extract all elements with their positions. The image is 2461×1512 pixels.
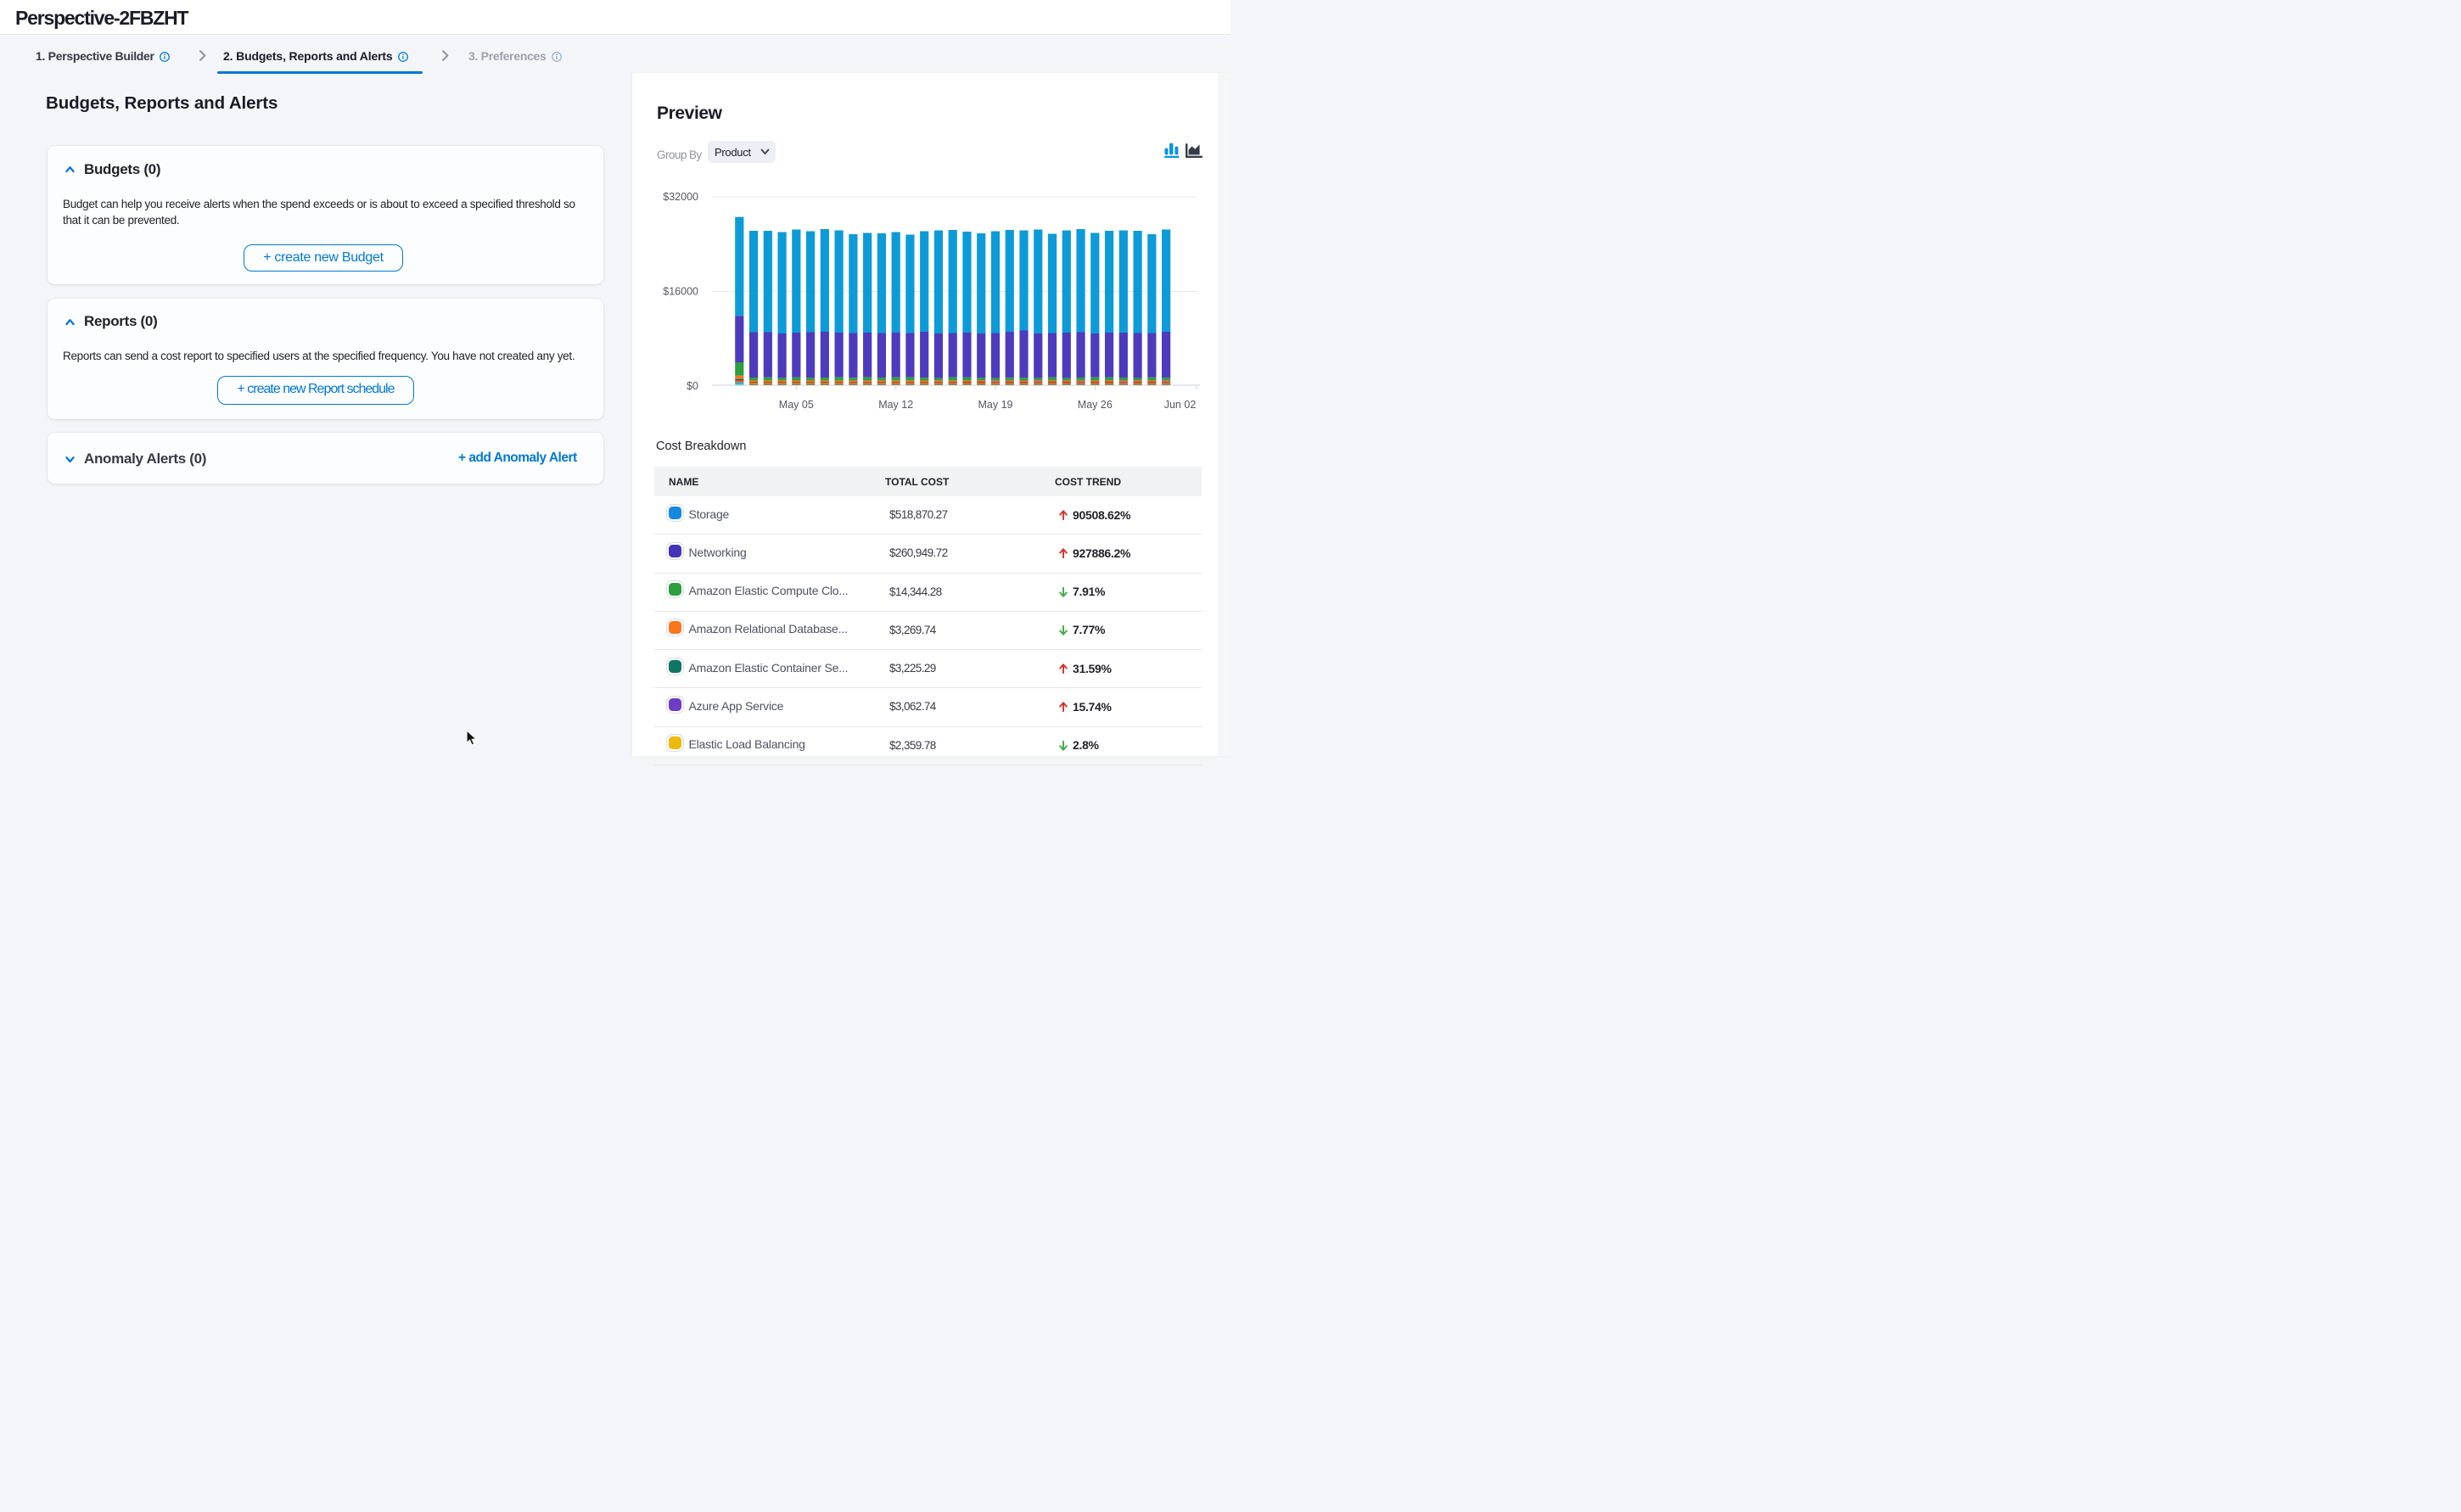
svg-text:$0: $0 xyxy=(687,380,698,392)
svg-text:$16000: $16000 xyxy=(663,286,698,298)
svg-text:May 05: May 05 xyxy=(779,399,814,411)
svg-text:Jun 02: Jun 02 xyxy=(1164,399,1197,411)
svg-text:$32000: $32000 xyxy=(663,191,698,203)
svg-text:May 26: May 26 xyxy=(1078,399,1113,411)
svg-text:May 12: May 12 xyxy=(878,399,913,411)
svg-text:May 19: May 19 xyxy=(978,399,1013,411)
